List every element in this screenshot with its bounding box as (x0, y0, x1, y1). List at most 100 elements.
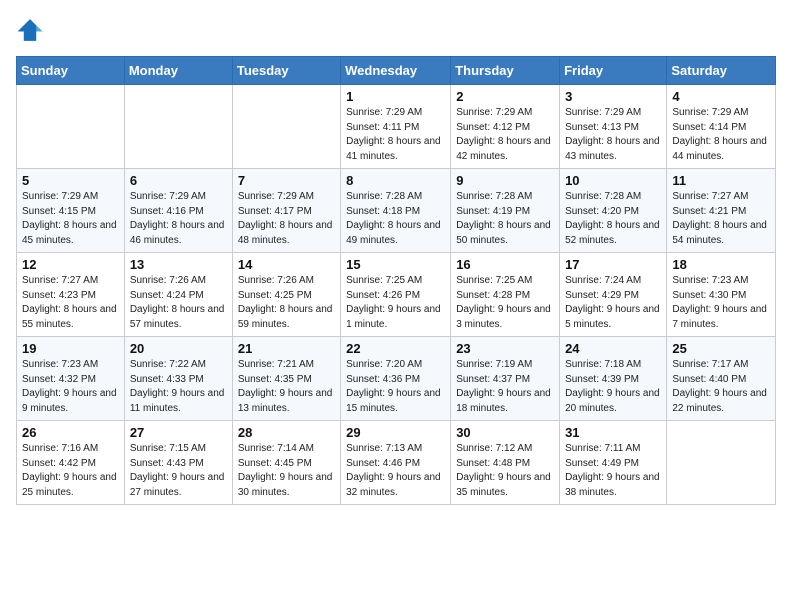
calendar-cell: 4Sunrise: 7:29 AM Sunset: 4:14 PM Daylig… (667, 85, 776, 169)
calendar-table: SundayMondayTuesdayWednesdayThursdayFrid… (16, 56, 776, 505)
day-number: 20 (130, 341, 227, 356)
day-info: Sunrise: 7:21 AM Sunset: 4:35 PM Dayligh… (238, 358, 335, 416)
calendar-cell: 15Sunrise: 7:25 AM Sunset: 4:26 PM Dayli… (341, 253, 451, 337)
day-info: Sunrise: 7:19 AM Sunset: 4:37 PM Dayligh… (456, 358, 554, 416)
day-number: 2 (456, 89, 554, 104)
day-info: Sunrise: 7:29 AM Sunset: 4:12 PM Dayligh… (456, 106, 554, 164)
day-info: Sunrise: 7:26 AM Sunset: 4:24 PM Dayligh… (130, 274, 227, 332)
calendar-cell: 22 Sunrise: 7:20 AM Sunset: 4:36 PM Dayli… (341, 337, 451, 421)
day-info: Sunrise: 7:23 AM Sunset: 4:30 PM Dayligh… (672, 274, 770, 332)
calendar-cell: 13 Sunrise: 7:26 AM Sunset: 4:24 PM Dayli… (124, 253, 232, 337)
day-number: 19 (22, 341, 119, 356)
calendar-cell: 23 Sunrise: 7:19 AM Sunset: 4:37 PM Dayli… (451, 337, 560, 421)
calendar-cell: 8 Sunrise: 7:28 AM Sunset: 4:18 PM Daylig… (341, 169, 451, 253)
weekday-header-sunday: Sunday (17, 57, 125, 85)
day-number: 3 (565, 89, 661, 104)
calendar-week-row: 12Sunrise: 7:27 AM Sunset: 4:23 PM Dayli… (17, 253, 776, 337)
calendar-cell (17, 85, 125, 169)
calendar-cell: 30Sunrise: 7:12 AM Sunset: 4:48 PM Dayli… (451, 421, 560, 505)
calendar-cell: 26 Sunrise: 7:16 AM Sunset: 4:42 PM Dayli… (17, 421, 125, 505)
day-info: Sunrise: 7:25 AM Sunset: 4:28 PM Dayligh… (456, 274, 554, 332)
calendar-cell: 6 Sunrise: 7:29 AM Sunset: 4:16 PM Daylig… (124, 169, 232, 253)
day-info: Sunrise: 7:24 AM Sunset: 4:29 PM Dayligh… (565, 274, 661, 332)
calendar-week-row: 19Sunrise: 7:23 AM Sunset: 4:32 PM Dayli… (17, 337, 776, 421)
calendar-week-row: 1Sunrise: 7:29 AM Sunset: 4:11 PM Daylig… (17, 85, 776, 169)
weekday-header-tuesday: Tuesday (232, 57, 340, 85)
day-info: Sunrise: 7:25 AM Sunset: 4:26 PM Dayligh… (346, 274, 445, 332)
day-number: 18 (672, 257, 770, 272)
day-number: 23 (456, 341, 554, 356)
day-number: 6 (130, 173, 227, 188)
calendar-cell: 25 Sunrise: 7:17 AM Sunset: 4:40 PM Dayli… (667, 337, 776, 421)
day-number: 9 (456, 173, 554, 188)
weekday-header-friday: Friday (560, 57, 667, 85)
day-info: Sunrise: 7:20 AM Sunset: 4:36 PM Dayligh… (346, 358, 445, 416)
calendar-week-row: 5 Sunrise: 7:29 AM Sunset: 4:15 PM Daylig… (17, 169, 776, 253)
day-number: 14 (238, 257, 335, 272)
day-number: 31 (565, 425, 661, 440)
day-info: Sunrise: 7:28 AM Sunset: 4:20 PM Dayligh… (565, 190, 661, 248)
day-info: Sunrise: 7:29 AM Sunset: 4:13 PM Dayligh… (565, 106, 661, 164)
day-number: 8 (346, 173, 445, 188)
calendar-cell: 1Sunrise: 7:29 AM Sunset: 4:11 PM Daylig… (341, 85, 451, 169)
calendar-cell (124, 85, 232, 169)
day-info: Sunrise: 7:28 AM Sunset: 4:19 PM Dayligh… (456, 190, 554, 248)
calendar-cell: 14 Sunrise: 7:26 AM Sunset: 4:25 PM Dayli… (232, 253, 340, 337)
day-info: Sunrise: 7:26 AM Sunset: 4:25 PM Dayligh… (238, 274, 335, 332)
day-info: Sunrise: 7:28 AM Sunset: 4:18 PM Dayligh… (346, 190, 445, 248)
calendar-cell: 27Sunrise: 7:15 AM Sunset: 4:43 PM Dayli… (124, 421, 232, 505)
day-info: Sunrise: 7:29 AM Sunset: 4:11 PM Dayligh… (346, 106, 445, 164)
day-info: Sunrise: 7:27 AM Sunset: 4:21 PM Dayligh… (672, 190, 770, 248)
calendar-week-row: 26 Sunrise: 7:16 AM Sunset: 4:42 PM Dayli… (17, 421, 776, 505)
day-info: Sunrise: 7:16 AM Sunset: 4:42 PM Dayligh… (22, 442, 119, 500)
calendar-cell (232, 85, 340, 169)
day-number: 10 (565, 173, 661, 188)
day-info: Sunrise: 7:18 AM Sunset: 4:39 PM Dayligh… (565, 358, 661, 416)
calendar-cell (667, 421, 776, 505)
day-number: 29 (346, 425, 445, 440)
calendar-cell: 12Sunrise: 7:27 AM Sunset: 4:23 PM Dayli… (17, 253, 125, 337)
day-info: Sunrise: 7:29 AM Sunset: 4:15 PM Dayligh… (22, 190, 119, 248)
day-number: 22 (346, 341, 445, 356)
day-number: 5 (22, 173, 119, 188)
day-info: Sunrise: 7:17 AM Sunset: 4:40 PM Dayligh… (672, 358, 770, 416)
calendar-cell: 5 Sunrise: 7:29 AM Sunset: 4:15 PM Daylig… (17, 169, 125, 253)
weekday-header-monday: Monday (124, 57, 232, 85)
logo (16, 16, 48, 44)
calendar-cell: 21 Sunrise: 7:21 AM Sunset: 4:35 PM Dayli… (232, 337, 340, 421)
calendar-cell: 3 Sunrise: 7:29 AM Sunset: 4:13 PM Daylig… (560, 85, 667, 169)
calendar-cell: 18 Sunrise: 7:23 AM Sunset: 4:30 PM Dayli… (667, 253, 776, 337)
day-number: 28 (238, 425, 335, 440)
logo-icon (16, 16, 44, 44)
day-info: Sunrise: 7:13 AM Sunset: 4:46 PM Dayligh… (346, 442, 445, 500)
day-number: 17 (565, 257, 661, 272)
calendar-cell: 7 Sunrise: 7:29 AM Sunset: 4:17 PM Daylig… (232, 169, 340, 253)
day-number: 7 (238, 173, 335, 188)
weekday-header-thursday: Thursday (451, 57, 560, 85)
weekday-header-wednesday: Wednesday (341, 57, 451, 85)
calendar-cell: 17 Sunrise: 7:24 AM Sunset: 4:29 PM Dayli… (560, 253, 667, 337)
day-number: 11 (672, 173, 770, 188)
day-info: Sunrise: 7:29 AM Sunset: 4:16 PM Dayligh… (130, 190, 227, 248)
calendar-cell: 16 Sunrise: 7:25 AM Sunset: 4:28 PM Dayli… (451, 253, 560, 337)
day-info: Sunrise: 7:29 AM Sunset: 4:14 PM Dayligh… (672, 106, 770, 164)
day-number: 21 (238, 341, 335, 356)
day-number: 25 (672, 341, 770, 356)
calendar-cell: 11 Sunrise: 7:27 AM Sunset: 4:21 PM Dayli… (667, 169, 776, 253)
day-number: 12 (22, 257, 119, 272)
calendar-cell: 19Sunrise: 7:23 AM Sunset: 4:32 PM Dayli… (17, 337, 125, 421)
day-number: 26 (22, 425, 119, 440)
calendar-cell: 2 Sunrise: 7:29 AM Sunset: 4:12 PM Daylig… (451, 85, 560, 169)
calendar-cell: 9 Sunrise: 7:28 AM Sunset: 4:19 PM Daylig… (451, 169, 560, 253)
day-number: 13 (130, 257, 227, 272)
day-number: 24 (565, 341, 661, 356)
page-header (16, 16, 776, 44)
day-info: Sunrise: 7:15 AM Sunset: 4:43 PM Dayligh… (130, 442, 227, 500)
day-info: Sunrise: 7:22 AM Sunset: 4:33 PM Dayligh… (130, 358, 227, 416)
calendar-header-row: SundayMondayTuesdayWednesdayThursdayFrid… (17, 57, 776, 85)
day-info: Sunrise: 7:29 AM Sunset: 4:17 PM Dayligh… (238, 190, 335, 248)
calendar-cell: 20 Sunrise: 7:22 AM Sunset: 4:33 PM Dayli… (124, 337, 232, 421)
day-number: 16 (456, 257, 554, 272)
day-info: Sunrise: 7:12 AM Sunset: 4:48 PM Dayligh… (456, 442, 554, 500)
calendar-cell: 31Sunrise: 7:11 AM Sunset: 4:49 PM Dayli… (560, 421, 667, 505)
